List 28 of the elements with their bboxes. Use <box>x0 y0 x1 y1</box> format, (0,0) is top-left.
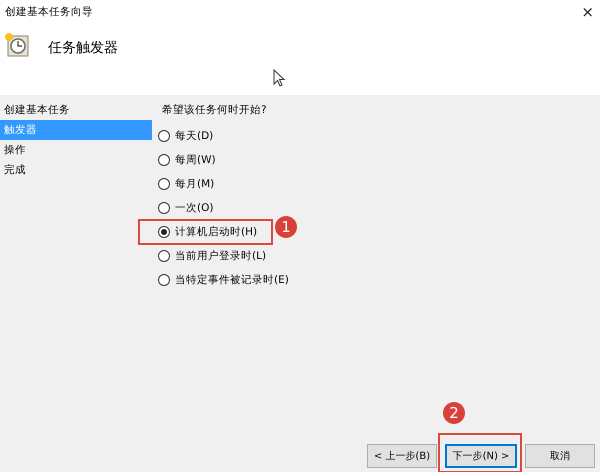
callout-badge: 1 <box>275 216 297 238</box>
sidebar-item[interactable]: 操作 <box>0 140 152 160</box>
cursor-icon <box>273 69 285 87</box>
sidebar-item[interactable]: 完成 <box>0 160 152 180</box>
radio-button[interactable] <box>158 226 170 238</box>
option-label[interactable]: 一次(O) <box>175 201 214 215</box>
callout-badge: 2 <box>443 402 465 424</box>
radio-button[interactable] <box>158 178 170 190</box>
sidebar-item[interactable]: 创建基本任务 <box>0 100 152 120</box>
page-title: 任务触发器 <box>48 39 118 57</box>
close-button[interactable]: × <box>581 3 594 21</box>
clock-icon <box>4 32 30 58</box>
option-label[interactable]: 每周(W) <box>175 153 216 167</box>
wizard-button[interactable]: < 上一步(B) <box>367 444 437 468</box>
option-label[interactable]: 当特定事件被记录时(E) <box>175 273 289 287</box>
radio-button[interactable] <box>158 202 170 214</box>
option-label[interactable]: 计算机启动时(H) <box>175 225 258 239</box>
radio-button[interactable] <box>158 130 170 142</box>
prompt-text: 希望该任务何时开始? <box>162 103 268 118</box>
option-label[interactable]: 每月(M) <box>175 177 214 191</box>
option-label[interactable]: 当前用户登录时(L) <box>175 249 266 263</box>
radio-button[interactable] <box>158 274 170 286</box>
radio-button[interactable] <box>158 154 170 166</box>
window-title: 创建基本任务向导 <box>5 5 93 19</box>
wizard-button[interactable]: 下一步(N) > <box>445 444 517 468</box>
wizard-button[interactable]: 取消 <box>525 444 595 468</box>
option-label[interactable]: 每天(D) <box>175 129 214 143</box>
radio-button[interactable] <box>158 250 170 262</box>
